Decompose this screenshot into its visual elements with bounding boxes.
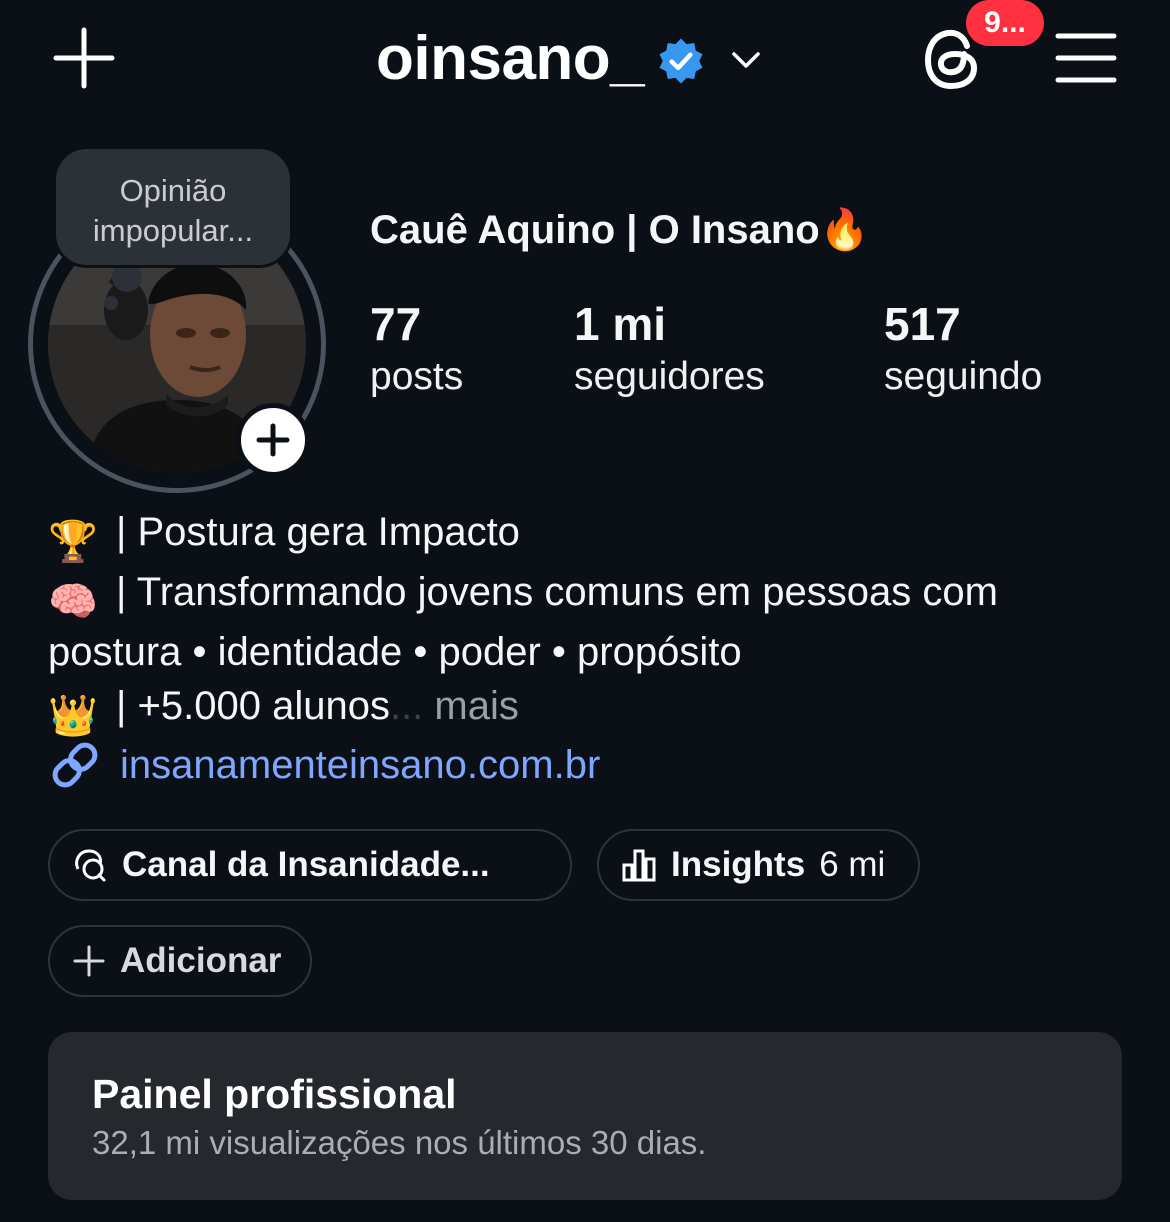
stat-following[interactable]: 517 seguindo (884, 296, 1042, 402)
top-bar: oinsano_ 9... (0, 0, 1170, 120)
bio-line: 🧠 | Transformando jovens comuns em pessoa… (48, 565, 1128, 679)
account-switcher[interactable]: oinsano_ (376, 18, 764, 98)
plus-icon (73, 945, 105, 977)
bio-line: 👑 | +5.000 alunos... mais (48, 679, 1128, 739)
stat-posts[interactable]: 77 posts (370, 296, 463, 402)
stat-label: seguidores (574, 355, 765, 398)
stat-followers[interactable]: 1 mi seguidores (574, 296, 765, 402)
stat-label: seguindo (884, 355, 1043, 398)
panel-title: Painel profissional (92, 1071, 457, 1117)
menu-icon[interactable] (1054, 30, 1118, 86)
trophy-emoji: 🏆 (48, 520, 98, 564)
notification-badge: 9... (966, 0, 1044, 46)
crown-emoji: 👑 (48, 694, 98, 738)
note-bubble-tail (104, 296, 118, 310)
panel-subtitle: 32,1 mi visualizações nos últimos 30 dia… (92, 1124, 707, 1161)
insights-value: 6 mi (819, 845, 886, 884)
link-icon (52, 742, 98, 788)
brain-emoji: 🧠 (48, 580, 98, 624)
bio-text: | Postura gera Impacto (116, 510, 520, 554)
stat-value: 517 (884, 298, 961, 350)
stat-label: posts (370, 355, 464, 398)
display-name-text: Cauê Aquino | O Insano (370, 208, 820, 252)
bio-text: | Transformando jovens comuns em pessoas… (48, 570, 998, 674)
bio-ellipsis: ... (389, 684, 424, 728)
insights-button[interactable]: Insights 6 mi (597, 829, 920, 901)
fire-emoji: 🔥 (819, 208, 870, 252)
stat-value: 77 (370, 298, 422, 350)
add-story-button[interactable] (236, 403, 310, 477)
add-label: Adicionar (120, 941, 282, 980)
chevron-down-icon[interactable] (728, 42, 764, 78)
plus-icon[interactable] (52, 26, 116, 90)
bio: 🏆 | Postura gera Impacto 🧠 | Transformando… (48, 505, 1128, 739)
website-link[interactable]: insanamenteinsano.com.br (48, 735, 600, 795)
display-name: Cauê Aquino | O Insano🔥 (370, 206, 870, 253)
channel-label: Canal da Insanidade... (122, 845, 490, 884)
profile-note[interactable]: Opinião impopular... (53, 146, 293, 268)
profile-page: oinsano_ 9... Opinião impopular... Cauê … (0, 0, 1170, 1222)
bio-more-link[interactable]: mais (423, 684, 518, 728)
bar-chart-icon (622, 849, 656, 882)
stat-value: 1 mi (574, 298, 667, 350)
link-text: insanamenteinsano.com.br (120, 742, 601, 787)
channel-button[interactable]: Canal da Insanidade... (48, 829, 572, 901)
add-button[interactable]: Adicionar (48, 925, 312, 997)
bio-line: 🏆 | Postura gera Impacto (48, 505, 1128, 565)
professional-dashboard-card[interactable]: Painel profissional 32,1 mi visualizaçõe… (48, 1032, 1122, 1200)
verified-badge-icon (659, 38, 703, 84)
username: oinsano_ (376, 23, 645, 93)
plus-icon (256, 423, 290, 457)
broadcast-channel-icon (75, 849, 106, 882)
bio-text: | +5.000 alunos (116, 684, 390, 728)
insights-label: Insights (671, 845, 806, 884)
